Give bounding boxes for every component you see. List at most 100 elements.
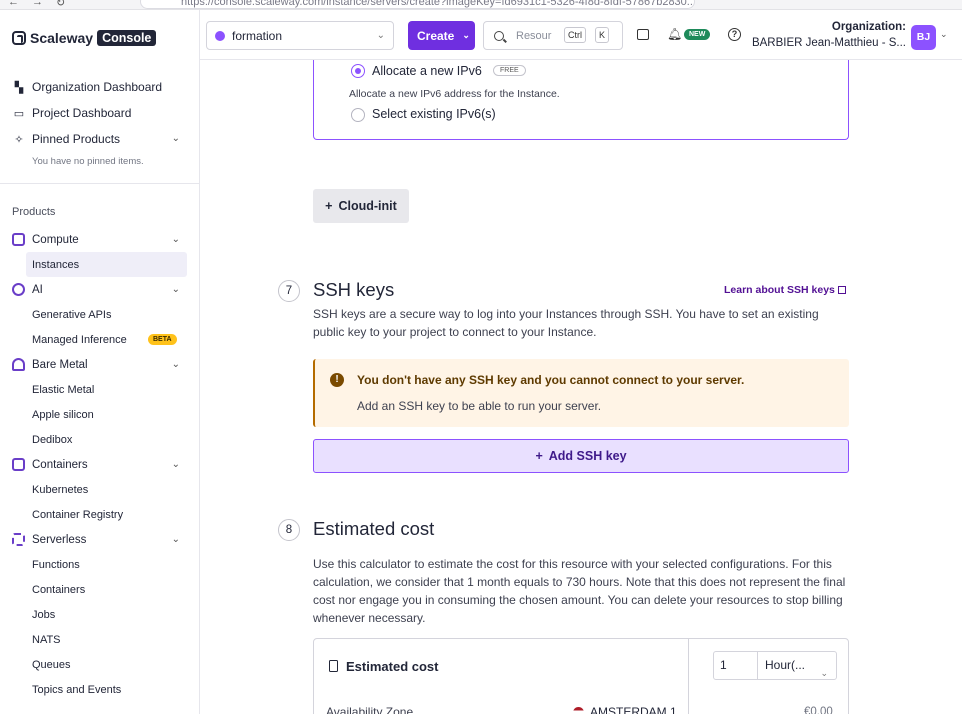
sidebar-item-organization-dashboard[interactable]: ▚ Organization Dashboard (0, 74, 200, 100)
allocate-ipv6-label[interactable]: Allocate a new IPv6 (372, 64, 482, 78)
learn-ssh-keys-link[interactable]: Learn about SSH keys (724, 284, 846, 296)
sidebar-item-elastic-metal[interactable]: Elastic Metal (0, 377, 200, 402)
project-selector[interactable]: formation ⌄ (206, 21, 394, 50)
step-number: 8 (278, 519, 300, 541)
sidebar-item-queues[interactable]: Queues (0, 652, 200, 677)
warning-text: Add an SSH key to be able to run your se… (357, 399, 602, 413)
resource-search[interactable]: Resour Ctrl K (483, 21, 623, 50)
cloud-init-label: Cloud-init (338, 199, 397, 213)
products-heading: Products (12, 206, 56, 218)
sidebar-top-nav: ▚ Organization Dashboard ▭ Project Dashb… (0, 74, 200, 172)
sidebar-category-ai[interactable]: AI ⌄ (0, 277, 200, 302)
cloud-init-button[interactable]: + Cloud-init (313, 189, 409, 223)
sidebar-item-kubernetes[interactable]: Kubernetes (0, 477, 200, 502)
category-label: Serverless (32, 533, 87, 546)
sidebar-item-apple-silicon[interactable]: Apple silicon (0, 402, 200, 427)
brand-name: Scaleway (30, 30, 94, 46)
sidebar-category-bare-metal[interactable]: Bare Metal ⌄ (0, 352, 200, 377)
step-number: 7 (278, 280, 300, 302)
chevron-down-icon[interactable]: ⌄ (172, 534, 180, 545)
ipv6-options-card: Allocate a new IPv6 FREE Allocate a new … (313, 60, 849, 140)
chevron-down-icon[interactable]: ⌄ (172, 459, 180, 470)
chevron-down-icon[interactable]: ⌄ (172, 359, 180, 370)
search-placeholder: Resour (516, 29, 552, 42)
help-icon[interactable]: ? (728, 28, 741, 41)
pin-icon: ✧ (14, 133, 24, 146)
warning-title: You don't have any SSH key and you canno… (357, 373, 745, 387)
sidebar-item-nats[interactable]: NATS (0, 627, 200, 652)
sidebar-divider (0, 183, 199, 184)
plus-icon: + (535, 449, 543, 463)
sidebar: Scaleway Console ▚ Organization Dashboar… (0, 10, 200, 714)
sidebar-item-dedibox[interactable]: Dedibox (0, 427, 200, 452)
add-ssh-key-button[interactable]: + Add SSH key (313, 439, 849, 473)
learn-link-label: Learn about SSH keys (724, 284, 835, 296)
main-content: Allocate a new IPv6 FREE Allocate a new … (200, 60, 962, 714)
pinned-empty-text: You have no pinned items. (32, 156, 144, 167)
search-icon (494, 30, 504, 41)
top-bar: formation ⌄ Create ⌄ Resour Ctrl K 🔔︎ NE… (200, 10, 962, 60)
sidebar-item-functions[interactable]: Functions (0, 552, 200, 577)
quantity-input[interactable]: 1 (713, 651, 758, 680)
category-label: AI (32, 283, 43, 296)
project-icon (215, 30, 225, 41)
chevron-down-icon[interactable]: ⌄ (940, 29, 948, 40)
add-ssh-key-label: Add SSH key (548, 449, 627, 463)
sidebar-item-topics-and-events[interactable]: Topics and Events (0, 677, 200, 702)
availability-zone-value: AMSTERDAM 1 (590, 705, 677, 714)
sidebar-item-managed-inference[interactable]: Managed Inference BETA (0, 327, 200, 352)
sidebar-item-jobs[interactable]: Jobs (0, 602, 200, 627)
dashboard-icon: ▚ (14, 81, 24, 94)
avatar[interactable]: BJ (911, 25, 936, 50)
ssh-keys-description: SSH keys are a secure way to log into yo… (313, 307, 819, 339)
sidebar-item-label: Project Dashboard (32, 106, 132, 120)
sidebar-item-label: Pinned Products (32, 132, 121, 146)
estimated-cost-description: Use this calculator to estimate the cost… (313, 557, 846, 625)
chevron-down-icon[interactable]: ⌄ (172, 234, 180, 245)
availability-zone-label: Availability Zone (326, 705, 414, 714)
address-bar[interactable]: https://console.scaleway.com/instance/se… (140, 0, 695, 9)
chevron-down-icon[interactable]: ⌄ (172, 284, 180, 295)
beta-badge: BETA (148, 334, 177, 345)
bell-icon[interactable]: 🔔︎ (667, 27, 682, 41)
card-divider (688, 639, 689, 714)
terminal-icon[interactable] (637, 29, 649, 40)
sidebar-item-container-registry[interactable]: Container Registry (0, 502, 200, 527)
category-label: Containers (32, 458, 88, 471)
radio-allocate-ipv6[interactable] (351, 64, 365, 78)
kbd-ctrl: Ctrl (564, 27, 586, 43)
allocate-ipv6-description: Allocate a new IPv6 address for the Inst… (349, 88, 560, 100)
sidebar-item-serverless-containers[interactable]: Containers (0, 577, 200, 602)
period-select[interactable]: Hour(... ⌄ (757, 651, 837, 680)
sidebar-item-instances[interactable]: Instances (26, 252, 187, 277)
calculator-icon (329, 660, 338, 672)
back-icon[interactable]: ← (8, 0, 19, 8)
sidebar-item-label: Organization Dashboard (32, 80, 163, 94)
organization-label: Organization: (831, 21, 906, 33)
sidebar-item-generative-apis[interactable]: Generative APIs (0, 302, 200, 327)
external-link-icon (837, 286, 846, 294)
chevron-down-icon: ⌄ (376, 30, 385, 41)
forward-icon[interactable]: → (32, 0, 43, 8)
bare-metal-icon (12, 358, 25, 371)
compute-icon (12, 233, 25, 246)
sidebar-category-serverless[interactable]: Serverless ⌄ (0, 527, 200, 552)
serverless-icon (12, 533, 25, 546)
reload-icon[interactable]: ↻ (56, 0, 65, 9)
radio-existing-ipv6[interactable] (351, 108, 365, 122)
sidebar-category-containers[interactable]: Containers ⌄ (0, 452, 200, 477)
scaleway-logo[interactable]: Scaleway Console (12, 30, 157, 46)
scaleway-logo-icon (12, 31, 26, 45)
organization-name[interactable]: BARBIER Jean-Matthieu - S... (752, 37, 906, 49)
chevron-down-icon[interactable]: ⌄ (172, 133, 180, 144)
create-button[interactable]: Create ⌄ (408, 21, 475, 50)
chevron-down-icon: ⌄ (820, 668, 828, 678)
existing-ipv6-label[interactable]: Select existing IPv6(s) (372, 107, 496, 121)
free-badge: FREE (493, 65, 526, 76)
new-badge[interactable]: NEW (684, 29, 711, 40)
ai-icon (12, 283, 25, 296)
sidebar-item-pinned-products[interactable]: ✧ Pinned Products ⌄ (0, 126, 200, 152)
products-nav: Compute ⌄ Instances AI ⌄ Generative APIs… (0, 227, 200, 702)
sidebar-category-compute[interactable]: Compute ⌄ (0, 227, 200, 252)
sidebar-item-project-dashboard[interactable]: ▭ Project Dashboard (0, 100, 200, 126)
